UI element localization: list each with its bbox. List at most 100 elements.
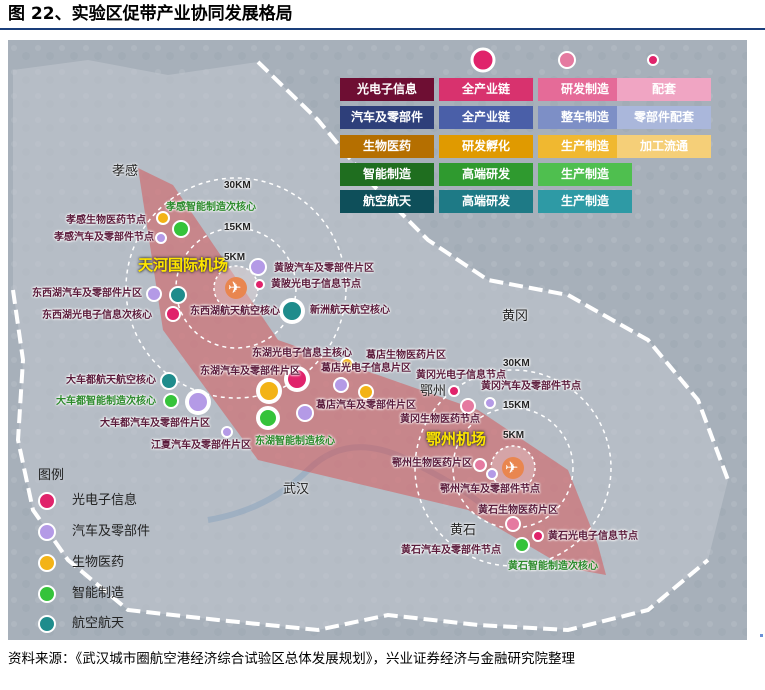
- node-marker: [146, 286, 162, 302]
- node-label: 鄂州生物医药片区: [392, 458, 472, 469]
- node-label: 黄陂光电子信息节点: [271, 279, 361, 290]
- node-marker: [163, 393, 179, 409]
- km-label: 30KM: [224, 180, 251, 191]
- legend-label: 光电子信息: [72, 493, 138, 508]
- node-marker: [169, 286, 187, 304]
- legend-title: 图例: [38, 467, 65, 482]
- table-cell: 汽车及零部件: [340, 106, 434, 129]
- km-label: 5KM: [224, 252, 246, 263]
- title-divider: [0, 28, 765, 30]
- node-label: 黄石汽车及零部件节点: [401, 545, 501, 556]
- node-label: 黄冈生物医药节点: [400, 414, 480, 425]
- table-cell: 高端研发: [439, 163, 533, 186]
- node-marker: [187, 391, 209, 413]
- place-ezhou: 鄂州: [420, 383, 447, 398]
- size-legend-medium: [558, 51, 576, 69]
- node-label: 孝感生物医药节点: [66, 215, 146, 226]
- node-marker: [473, 458, 487, 472]
- legend-label: 生物医药: [72, 555, 125, 570]
- place-huangshi: 黄石: [450, 522, 477, 537]
- node-label: 新洲航天航空核心: [310, 305, 390, 316]
- node-label: 鄂州汽车及零部件节点: [440, 484, 540, 495]
- map-panel: 光电子信息 全产业链 研发制造 配套 汽车及零部件 全产业链 整车制造 零部件配…: [8, 40, 747, 640]
- km-label: 30KM: [503, 358, 530, 369]
- node-label: 大车都智能制造次核心: [56, 396, 156, 407]
- legend-label: 汽车及零部件: [72, 524, 151, 539]
- node-label: 东西湖汽车及零部件片区: [32, 288, 142, 299]
- node-marker: [296, 404, 314, 422]
- node-marker: [160, 372, 178, 390]
- node-marker: [221, 426, 233, 438]
- node-label: 黄石智能制造次核心: [508, 561, 598, 572]
- node-label: 东湖光电子信息主核心: [252, 348, 352, 359]
- node-label: 东西湖航天航空核心: [190, 306, 280, 317]
- table-cell: 生物医药: [340, 135, 434, 158]
- airplane-icon: ✈: [228, 280, 242, 297]
- table-cell: 生产制造: [538, 163, 632, 186]
- km-label: 15KM: [224, 222, 251, 233]
- map-base: [8, 40, 747, 640]
- legend-label: 智能制造: [72, 586, 125, 601]
- ezhou-airport-label: 鄂州机场: [426, 431, 487, 448]
- node-marker: [172, 220, 190, 238]
- node-label: 东湖智能制造核心: [255, 436, 335, 447]
- legend-label: 航空航天: [72, 616, 125, 631]
- node-marker: [155, 232, 167, 244]
- place-xiaogan: 孝感: [112, 163, 139, 178]
- node-label: 葛店光电子信息片区: [321, 363, 411, 374]
- decorative-dot: [760, 634, 763, 637]
- node-marker: [484, 397, 496, 409]
- node-label: 大车都汽车及零部件片区: [100, 418, 210, 429]
- node-label: 黄冈汽车及零部件节点: [481, 381, 581, 392]
- figure-source: 资料来源：《武汉城市圈航空港经济综合试验区总体发展规划》，兴业证券经济与金融研究…: [8, 651, 575, 667]
- node-marker: [514, 537, 530, 553]
- legend-swatch: [38, 615, 56, 633]
- node-label: 葛店汽车及零部件片区: [316, 400, 416, 411]
- node-label: 黄陂汽车及零部件片区: [274, 263, 374, 274]
- node-marker: [258, 408, 278, 428]
- node-marker: [448, 385, 460, 397]
- tianhe-airport-label: 天河国际机场: [138, 257, 229, 274]
- table-cell: 加工流通: [617, 135, 711, 158]
- km-label: 15KM: [503, 400, 530, 411]
- place-huanggang: 黄冈: [502, 308, 529, 323]
- legend-swatch: [38, 585, 56, 603]
- node-label: 黄石光电子信息节点: [548, 531, 638, 542]
- size-legend-small: [647, 54, 659, 66]
- node-marker: [532, 530, 544, 542]
- legend-swatch: [38, 492, 56, 510]
- node-marker: [249, 258, 267, 276]
- airplane-icon: ✈: [505, 460, 519, 477]
- node-marker: [254, 279, 265, 290]
- node-label: 黄石生物医药片区: [478, 505, 558, 516]
- node-marker: [505, 516, 521, 532]
- node-marker: [486, 468, 498, 480]
- table-cell: 航空航天: [340, 190, 434, 213]
- table-cell: 生产制造: [538, 190, 632, 213]
- legend-swatch: [38, 523, 56, 541]
- node-label: 东湖汽车及零部件片区: [200, 366, 300, 377]
- node-label: 孝感汽车及零部件节点: [54, 232, 154, 243]
- node-marker: [358, 384, 374, 400]
- node-label: 东西湖光电子信息次核心: [42, 310, 152, 321]
- table-cell: 全产业链: [439, 106, 533, 129]
- legend-swatch: [38, 554, 56, 572]
- node-label: 江夏汽车及零部件片区: [151, 440, 251, 451]
- figure-title: 图 22、实验区促带产业协同发展格局: [8, 4, 293, 24]
- place-wuhan: 武汉: [283, 481, 310, 496]
- table-cell: 配套: [617, 78, 711, 101]
- node-marker: [258, 380, 280, 402]
- node-label: 葛店生物医药片区: [366, 350, 446, 361]
- node-marker: [333, 377, 349, 393]
- node-label: 孝感智能制造次核心: [166, 202, 256, 213]
- table-cell: 光电子信息: [340, 78, 434, 101]
- node-marker: [460, 398, 476, 414]
- table-cell: 全产业链: [439, 78, 533, 101]
- km-label: 5KM: [503, 430, 525, 441]
- node-marker: [165, 306, 181, 322]
- table-cell: 高端研发: [439, 190, 533, 213]
- size-legend-large: [470, 47, 496, 73]
- table-cell: 研发孵化: [439, 135, 533, 158]
- table-cell: 零部件配套: [617, 106, 711, 129]
- table-cell: 智能制造: [340, 163, 434, 186]
